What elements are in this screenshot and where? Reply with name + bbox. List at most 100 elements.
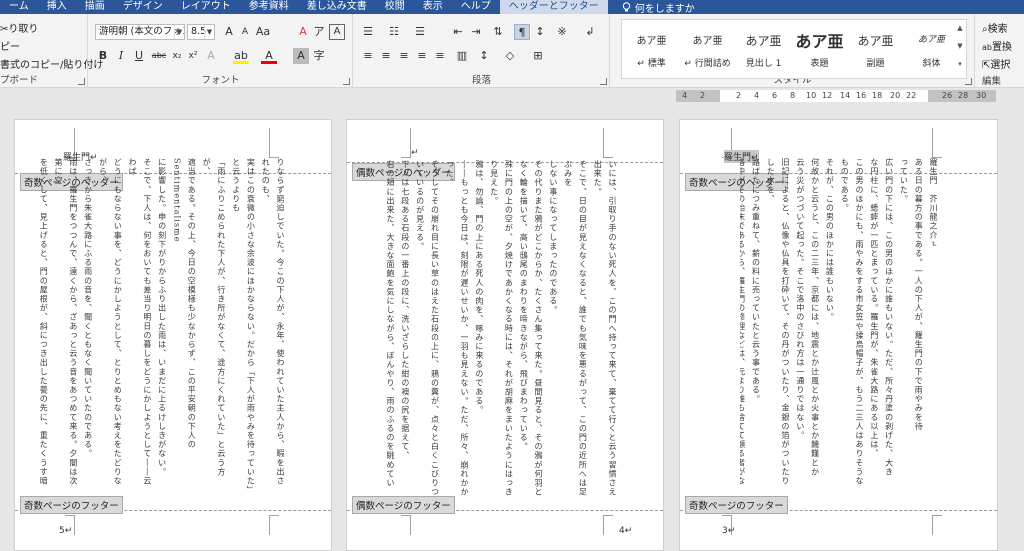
sort-icon[interactable]: ↕ <box>532 24 548 40</box>
text-line: そうしてその崩れ目に長い草のはえた石段の上に、鴉の糞が、点々と白くこびりついてい… <box>415 160 440 497</box>
italic-icon[interactable]: I <box>113 48 129 64</box>
page-number: 3↵ <box>722 526 736 536</box>
copy-label: ピー <box>0 42 20 53</box>
cut-label: り取り <box>8 24 39 35</box>
crop-mark <box>603 515 613 535</box>
crop-mark <box>269 128 279 158</box>
tab-home[interactable]: ーム <box>0 0 38 14</box>
character-shading-icon[interactable]: A <box>293 48 309 64</box>
phonetic-guide-icon[interactable]: ア <box>311 24 327 40</box>
find-button[interactable]: ⌕検索 <box>982 20 1008 35</box>
text-line: そこで、日の目が見えなくなると、誰でも気味を悪るがって、この門の近所へは足ぶみを <box>563 160 588 497</box>
highlight-color-icon[interactable]: ab <box>233 48 249 64</box>
page-5[interactable]: 羅生門↵ 奇数ページのヘッダー りならず窮迫しでいた。今この下人が、永年、使われ… <box>14 119 332 551</box>
multilevel-list-icon[interactable]: ☰ <box>412 24 428 40</box>
style-title[interactable]: あア亜 表題 <box>792 22 847 74</box>
justify-icon[interactable]: ≡ <box>414 48 430 64</box>
paragraph-launcher-icon[interactable] <box>600 78 607 85</box>
select-button[interactable]: ⇱選択 <box>982 56 1010 71</box>
style-heading-1[interactable]: あア亜 見出し 1 <box>736 22 791 74</box>
style-name-label: 副題 <box>866 59 885 69</box>
body-text-vertical[interactable]: いには、引取り手のない死人を、この門へ持って来て、棄てて行くと云う習慣さえ出来た… <box>383 160 619 500</box>
tab-view[interactable]: 表示 <box>414 0 452 14</box>
change-case-icon[interactable]: Aa <box>255 24 271 40</box>
page-number: 4↵ <box>619 526 633 536</box>
tab-review[interactable]: 校閲 <box>376 0 414 14</box>
text-line: ある日の暮方の事である。一人の下人が、羅生門の下で雨やみを待 <box>914 158 924 431</box>
numbering-icon[interactable]: ☷ <box>386 24 402 40</box>
style-emphasis[interactable]: あア亜 斜体 <box>904 22 959 74</box>
text-line: 鴉は、勿論、門の上にある死人の肉を、啄みに来るのである。 <box>474 160 484 415</box>
style-sample: あア亜 <box>745 34 782 48</box>
distributed-icon[interactable]: ≡ <box>432 48 448 64</box>
character-spacing-icon[interactable]: ↲ <box>582 24 598 40</box>
grow-font-icon[interactable]: A <box>221 24 237 40</box>
text-line: しない事になってしまったのである。 <box>548 160 558 315</box>
subscript-icon[interactable]: x₂ <box>169 48 185 64</box>
tab-insert[interactable]: 挿入 <box>38 0 76 14</box>
tab-layout[interactable]: レイアウト <box>172 0 240 14</box>
editing-group-label: 編集 <box>982 76 1002 87</box>
bullets-icon[interactable]: ☰ <box>360 24 376 40</box>
ruler-number: 26 <box>942 91 953 100</box>
enclosed-character-icon[interactable]: A <box>329 24 345 40</box>
tab-design[interactable]: デザイン <box>114 0 172 14</box>
copy-button[interactable]: ピー <box>0 38 20 53</box>
gallery-down-icon[interactable]: ▼ <box>954 42 966 50</box>
font-color-icon[interactable]: A <box>261 48 277 64</box>
underline-icon[interactable]: U <box>131 48 147 64</box>
font-size-combo[interactable]: 8.5 ▼ <box>187 24 215 40</box>
styles-launcher-icon[interactable] <box>965 78 972 85</box>
format-painter-button[interactable]: 書式のコピー/貼り付け <box>0 56 103 71</box>
clear-formatting-icon[interactable]: A <box>295 24 311 40</box>
align-center-icon[interactable]: ≡ <box>378 48 394 64</box>
strikethrough-icon[interactable]: abc <box>151 48 167 64</box>
chevron-down-icon: ▼ <box>204 25 214 39</box>
columns-icon[interactable]: ▥ <box>454 48 470 64</box>
horizontal-ruler[interactable]: 4 2 2 4 6 8 10 12 14 16 18 20 22 26 28 3… <box>676 90 996 102</box>
page-4[interactable]: ↵ 偶数ページのヘッダー いには、引取り手のない死人を、この門へ持って来て、棄て… <box>346 119 664 551</box>
style-normal[interactable]: あア亜 ↵ 標準 <box>624 22 679 74</box>
shrink-font-icon[interactable]: A <box>237 24 253 40</box>
clipboard-launcher-icon[interactable] <box>78 78 85 85</box>
chevron-down-icon: ▼ <box>174 25 184 39</box>
decrease-indent-icon[interactable]: ⇤ <box>450 24 466 40</box>
increase-indent-icon[interactable]: ⇥ <box>468 24 484 40</box>
text-line: に影響した。申の刻下がりからふり出した雨は、いまだに上るけしきがない。 <box>157 158 167 477</box>
text-direction-icon[interactable]: ⇅ <box>490 24 506 40</box>
ruler-number: 16 <box>856 91 867 100</box>
superscript-icon[interactable]: x² <box>185 48 201 64</box>
text-line: その代りまた鴉がどこからか、たくさん集って来た。昼間見ると、その鴉が何羽と <box>534 160 544 497</box>
style-no-spacing[interactable]: あア亜 ↵ 行間詰め <box>680 22 735 74</box>
tab-help[interactable]: ヘルプ <box>452 0 500 14</box>
text-effects-icon[interactable]: A <box>203 48 219 64</box>
show-formatting-icon[interactable]: ¶ <box>514 24 530 40</box>
tell-me-search[interactable]: 何をしますか <box>622 0 695 14</box>
ruler-number: 14 <box>840 91 851 100</box>
page-3[interactable]: 羅生門↵ 奇数ページのヘッダー 羅生門 芥川龍之介↵ ある日の暮方の事である。一人… <box>679 119 998 551</box>
header-text[interactable]: ↵ <box>411 148 419 158</box>
body-text-vertical[interactable]: りならず窮迫しでいた。今この下人が、永年、使われていた主人から、暇を出されたのも… <box>37 158 287 494</box>
align-left-icon[interactable]: ≡ <box>360 48 376 64</box>
tab-draw[interactable]: 描画 <box>76 0 114 14</box>
text-line: なく輪を描いて、高い鴟尾のまわりを啼きながら、飛びまわっている。 <box>519 160 529 452</box>
font-name-combo[interactable]: 游明朝 (本文のフォン ▼ <box>95 24 185 40</box>
borders-icon[interactable]: ⊞ <box>530 48 546 64</box>
asian-layout-icon[interactable]: ※ <box>554 24 570 40</box>
gallery-more-icon[interactable]: ▾ <box>954 60 966 68</box>
character-border-icon[interactable]: 字 <box>311 48 327 64</box>
tab-mailings[interactable]: 差し込み文書 <box>298 0 376 14</box>
style-name-label: 行間詰め <box>694 59 731 69</box>
tab-header-footer[interactable]: ヘッダーとフッター <box>499 0 608 14</box>
body-text-vertical[interactable]: 羅生門 芥川龍之介↵ ある日の暮方の事である。一人の下人が、羅生門の下で雨やみを待… <box>740 158 940 494</box>
cut-button[interactable]: ✂り取り <box>0 20 38 35</box>
font-launcher-icon[interactable] <box>343 78 350 85</box>
line-spacing-icon[interactable]: ↕ <box>476 48 492 64</box>
style-subtitle[interactable]: あア亜 副題 <box>848 22 903 74</box>
replace-button[interactable]: ab置換 <box>982 38 1012 53</box>
shading-icon[interactable]: ◇ <box>502 48 518 64</box>
tab-references[interactable]: 参考資料 <box>240 0 298 14</box>
bold-icon[interactable]: B <box>95 48 111 64</box>
gallery-up-icon[interactable]: ▲ <box>954 24 966 32</box>
align-right-icon[interactable]: ≡ <box>396 48 412 64</box>
